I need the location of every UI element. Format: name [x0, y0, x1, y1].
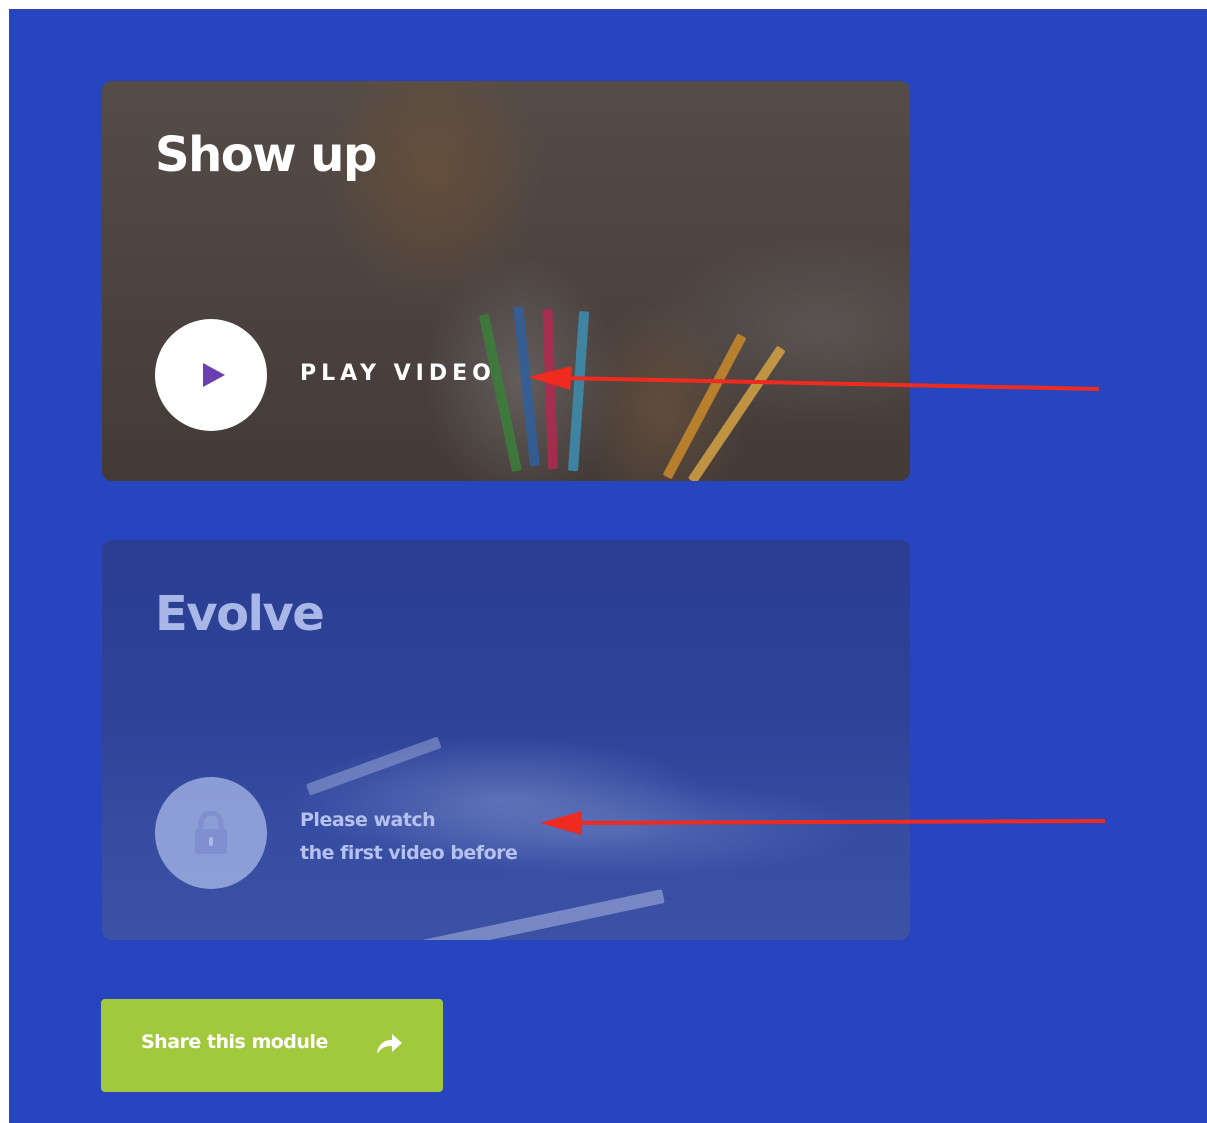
module-card-show-up[interactable]: Show up PLAY VIDEO	[102, 81, 910, 481]
locked-indicator	[155, 777, 267, 889]
locked-message: Please watch the first video before	[300, 804, 560, 870]
module-page: Show up PLAY VIDEO Evolve Please watch t…	[9, 9, 1207, 1123]
locked-message-line: Please watch	[300, 809, 436, 831]
share-module-button[interactable]: Share this module	[101, 999, 443, 1092]
play-video-button[interactable]	[155, 319, 267, 431]
share-module-label: Share this module	[141, 1031, 328, 1053]
module-card-evolve: Evolve Please watch the first video befo…	[102, 540, 910, 940]
play-video-label[interactable]: PLAY VIDEO	[300, 361, 496, 386]
locked-message-line: the first video before	[300, 842, 518, 864]
share-arrow-icon	[377, 1034, 402, 1054]
module-title: Show up	[155, 127, 377, 183]
lock-icon	[195, 810, 227, 854]
play-icon	[203, 363, 225, 387]
module-title: Evolve	[155, 586, 325, 642]
